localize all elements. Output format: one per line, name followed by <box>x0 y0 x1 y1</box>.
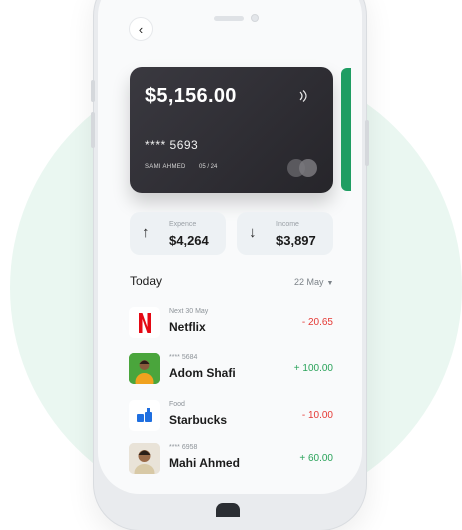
arrow-down-icon: ↓ <box>249 224 257 241</box>
transaction-amount: - 20.65 <box>301 317 333 328</box>
phone-power-button <box>365 120 369 166</box>
expense-label: Expence <box>169 221 197 228</box>
back-button[interactable]: ‹ <box>129 17 153 41</box>
phone-camera <box>251 14 259 22</box>
chevron-left-icon: ‹ <box>138 21 144 37</box>
transaction-name: Mahi Ahmed <box>169 456 240 470</box>
next-card-peek[interactable] <box>341 68 351 191</box>
card-balance: $5,156.00 <box>145 85 237 107</box>
transaction-name: Starbucks <box>169 413 228 427</box>
coffee-cup-icon <box>129 400 160 431</box>
phone-speaker <box>214 16 244 21</box>
caret-down-icon: ▼ <box>326 280 334 287</box>
income-summary[interactable]: ↓ Income $3,897 <box>237 212 333 255</box>
transaction-name: Adom Shafi <box>169 366 236 380</box>
transaction-amount: + 60.00 <box>299 453 333 464</box>
phone-side-button <box>91 112 95 148</box>
transaction-row[interactable]: Food Starbucks - 10.00 <box>129 400 333 432</box>
transaction-name: Netflix <box>169 320 206 334</box>
expense-summary[interactable]: ↑ Expence $4,264 <box>130 212 226 255</box>
transaction-row[interactable]: **** 6958 Mahi Ahmed + 60.00 <box>129 443 333 475</box>
transaction-row[interactable]: **** 5684 Adom Shafi + 100.00 <box>129 353 333 385</box>
transaction-subtitle: Next 30 May <box>169 308 209 315</box>
transaction-amount: + 100.00 <box>293 363 333 374</box>
date-filter-dropdown[interactable]: 22 May ▼ <box>294 277 333 287</box>
card-network-logo-icon <box>287 159 317 177</box>
card-holder-name: SAMI AHMED <box>145 164 186 170</box>
income-label: Income <box>276 221 299 228</box>
date-filter-label: 22 May <box>294 277 324 287</box>
home-indicator[interactable] <box>216 503 240 517</box>
transaction-subtitle: **** 5684 <box>169 354 198 361</box>
bank-card[interactable]: $5,156.00 **** 5693 SAMI AHMED 05 / 24 <box>130 67 333 193</box>
arrow-up-icon: ↑ <box>142 224 150 241</box>
avatar <box>129 443 160 474</box>
transaction-row[interactable]: Next 30 May Netflix - 20.65 <box>129 307 333 339</box>
phone-side-button <box>91 80 95 102</box>
income-value: $3,897 <box>276 233 316 248</box>
card-number: **** 5693 <box>145 138 199 152</box>
transaction-subtitle: Food <box>169 401 185 408</box>
card-expiry: 05 / 24 <box>199 164 218 170</box>
transaction-subtitle: **** 6958 <box>169 444 198 451</box>
avatar <box>129 353 160 384</box>
section-title: Today <box>130 274 163 288</box>
transaction-amount: - 10.00 <box>301 410 333 421</box>
netflix-logo-icon <box>129 307 160 338</box>
expense-value: $4,264 <box>169 233 209 248</box>
contactless-icon <box>296 90 310 102</box>
